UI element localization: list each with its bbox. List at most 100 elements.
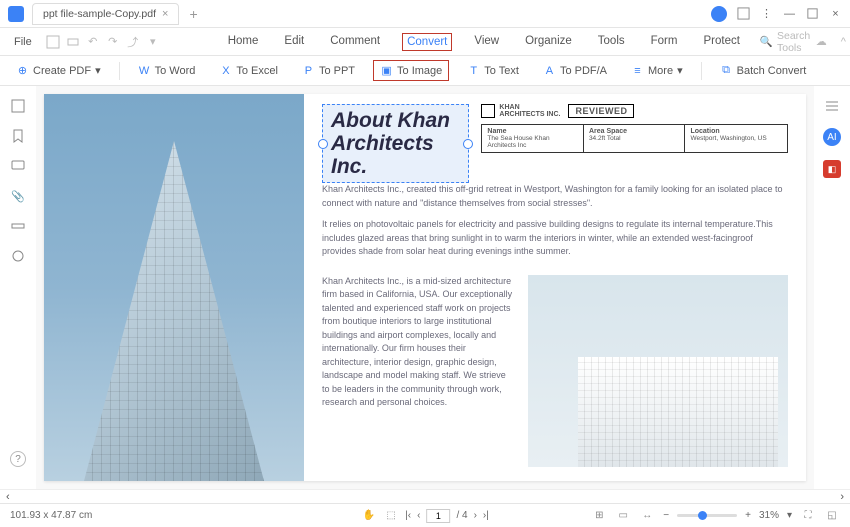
- bookmark-icon[interactable]: [10, 128, 26, 144]
- menu-convert[interactable]: Convert: [402, 33, 452, 51]
- fit-width-icon[interactable]: ↔: [639, 508, 655, 524]
- p3: Khan Architects Inc., is a mid-sized arc…: [322, 275, 514, 468]
- titlebar: ppt file-sample-Copy.pdf × + ⋮ — ×: [0, 0, 850, 28]
- share-icon[interactable]: ⤴: [126, 35, 140, 49]
- horizontal-scrollbar[interactable]: ‹ ›: [0, 489, 850, 503]
- scroll-right-icon[interactable]: ›: [840, 491, 844, 503]
- image-icon: ▣: [380, 64, 393, 77]
- menubar: File ↶ ↷ ⤴ ▾ Home Edit Comment Convert V…: [0, 28, 850, 56]
- menu-protect[interactable]: Protect: [699, 33, 743, 51]
- single-page-icon[interactable]: ▭: [615, 508, 631, 524]
- to-image-label: To Image: [397, 65, 442, 77]
- to-pdfa-button[interactable]: ATo PDF/A: [537, 61, 613, 80]
- info-loc-v: Westport, Washington, US: [690, 135, 782, 142]
- create-pdf-button[interactable]: ⊕Create PDF▾: [10, 61, 107, 80]
- select-tool-icon[interactable]: ⬚: [383, 508, 399, 524]
- to-ppt-button[interactable]: PTo PPT: [296, 61, 361, 80]
- more-icon[interactable]: ⋮: [760, 7, 773, 20]
- menu-comment[interactable]: Comment: [326, 33, 384, 51]
- redo-icon[interactable]: ↷: [106, 35, 120, 49]
- body-text-1: Khan Architects Inc., created this off-g…: [304, 179, 806, 271]
- properties-icon[interactable]: [824, 98, 840, 114]
- thumbnails-icon[interactable]: [10, 98, 26, 114]
- menu-home[interactable]: Home: [224, 33, 263, 51]
- first-page-icon[interactable]: |‹: [405, 510, 411, 521]
- help-button[interactable]: ?: [10, 451, 26, 467]
- menu-organize[interactable]: Organize: [521, 33, 576, 51]
- zoom-value[interactable]: 31%: [759, 510, 779, 521]
- read-mode-icon[interactable]: ◱: [824, 508, 840, 524]
- document-tab[interactable]: ppt file-sample-Copy.pdf ×: [32, 3, 179, 25]
- excel-icon: X: [219, 64, 232, 77]
- maximize-icon[interactable]: [806, 7, 819, 20]
- text-icon: T: [467, 64, 480, 77]
- to-excel-button[interactable]: XTo Excel: [213, 61, 284, 80]
- p1: Khan Architects Inc., created this off-g…: [322, 183, 788, 210]
- collapse-ribbon-icon[interactable]: ^: [836, 35, 850, 49]
- close-window-icon[interactable]: ×: [829, 7, 842, 20]
- user-avatar[interactable]: [711, 6, 727, 22]
- zoom-out-icon[interactable]: −: [663, 510, 669, 521]
- to-image-button[interactable]: ▣ To Image: [373, 60, 449, 81]
- info-name-v: The Sea House Khan Architects Inc: [487, 135, 578, 149]
- selected-text-box[interactable]: About Khan Architects Inc.: [322, 104, 469, 183]
- to-word-button[interactable]: WTo Word: [132, 61, 202, 80]
- hand-tool-icon[interactable]: ✋: [361, 508, 377, 524]
- more-label: More: [648, 65, 673, 77]
- to-word-label: To Word: [155, 65, 196, 77]
- layers-icon[interactable]: [10, 248, 26, 264]
- undo-icon[interactable]: ↶: [86, 35, 100, 49]
- print-icon[interactable]: [66, 35, 80, 49]
- workspace: 📎 About Khan Architects Inc. KHANARCHITE…: [0, 86, 850, 489]
- next-page-icon[interactable]: ›: [474, 510, 477, 521]
- prev-page-icon[interactable]: ‹: [417, 510, 420, 521]
- menu-edit[interactable]: Edit: [280, 33, 308, 51]
- khan-l1: KHAN: [499, 104, 560, 111]
- zoom-chevron-icon[interactable]: ▾: [787, 510, 792, 521]
- menu-view[interactable]: View: [470, 33, 503, 51]
- main-menu: Home Edit Comment Convert View Organize …: [224, 33, 744, 51]
- dropdown-icon[interactable]: ▾: [146, 35, 160, 49]
- last-page-icon[interactable]: ›|: [483, 510, 489, 521]
- zoom-in-icon[interactable]: +: [745, 510, 751, 521]
- to-text-label: To Text: [484, 65, 519, 77]
- comments-icon[interactable]: [10, 158, 26, 174]
- zoom-slider[interactable]: [677, 514, 737, 517]
- search-icon: 🔍: [760, 35, 773, 48]
- more-button[interactable]: ≡More▾: [625, 61, 689, 80]
- search-tools[interactable]: 🔍 Search Tools: [760, 30, 810, 54]
- menu-tools[interactable]: Tools: [594, 33, 629, 51]
- page-input[interactable]: [426, 509, 450, 523]
- info-loc-h: Location: [690, 128, 782, 135]
- add-tab-button[interactable]: +: [189, 6, 197, 22]
- doc-title-l1: About Khan: [331, 109, 460, 132]
- attachment-icon[interactable]: 📎: [10, 188, 26, 204]
- fields-icon[interactable]: [10, 218, 26, 234]
- file-menu[interactable]: File: [8, 34, 38, 50]
- ppt-icon: P: [302, 64, 315, 77]
- app-menu-icon[interactable]: [737, 7, 750, 20]
- scroll-left-icon[interactable]: ‹: [6, 491, 10, 503]
- cloud-icon[interactable]: ☁: [814, 35, 828, 49]
- right-sidebar: AI ◧: [814, 86, 850, 489]
- to-text-button[interactable]: T To Text: [461, 61, 525, 80]
- fullscreen-icon[interactable]: ⛶: [800, 508, 816, 524]
- batch-convert-button[interactable]: ⧉ Batch Convert: [714, 61, 813, 80]
- menu-form[interactable]: Form: [647, 33, 682, 51]
- minimize-icon[interactable]: —: [783, 7, 796, 20]
- khan-logo: KHANARCHITECTS INC.: [481, 104, 560, 118]
- page-total: / 4: [456, 510, 467, 521]
- batch-label: Batch Convert: [737, 65, 807, 77]
- view-mode-icon[interactable]: ⊞: [591, 508, 607, 524]
- close-tab-icon[interactable]: ×: [162, 8, 168, 20]
- doc-header: About Khan Architects Inc. KHANARCHITECT…: [304, 94, 806, 179]
- batch-icon: ⧉: [720, 64, 733, 77]
- plus-icon: ⊕: [16, 64, 29, 77]
- save-icon[interactable]: [46, 35, 60, 49]
- canvas[interactable]: About Khan Architects Inc. KHANARCHITECT…: [36, 86, 814, 489]
- ai-icon[interactable]: AI: [823, 128, 841, 146]
- cloud-app-icon[interactable]: ◧: [823, 160, 841, 178]
- hero-image: [44, 94, 304, 481]
- page-nav: ✋ ⬚ |‹ ‹ / 4 › ›|: [361, 508, 489, 524]
- info-table: NameThe Sea House Khan Architects Inc Ar…: [481, 124, 788, 153]
